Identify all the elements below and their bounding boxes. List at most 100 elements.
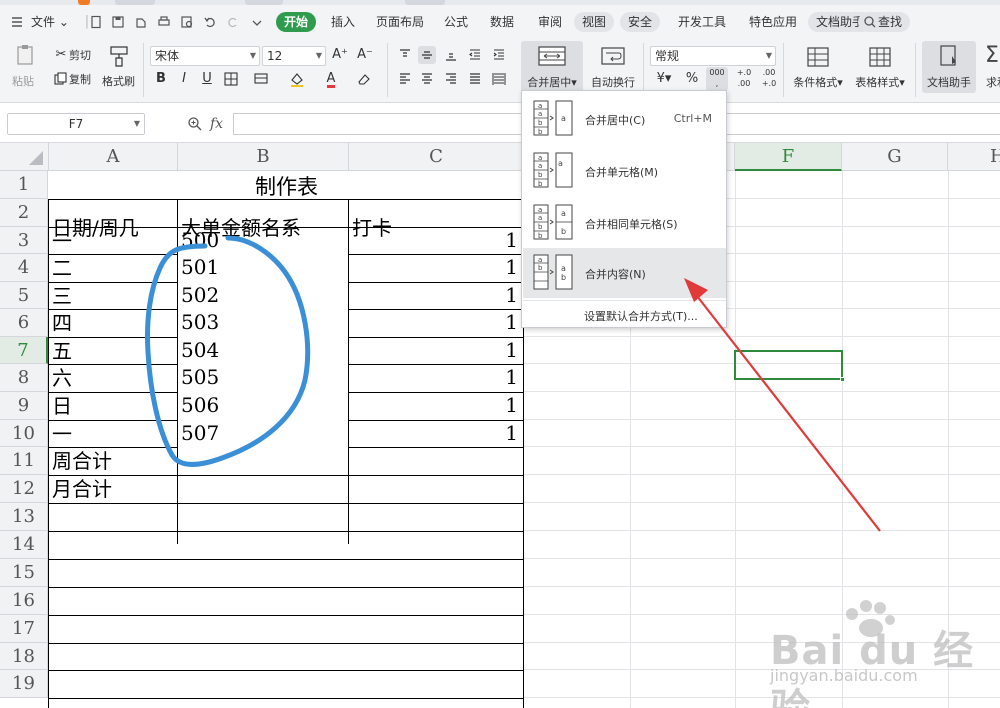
row-header-2[interactable]: 2	[0, 199, 48, 227]
row-header-8[interactable]: 8	[0, 364, 48, 392]
decrease-decimal-button[interactable]: .00 +.0	[758, 67, 780, 91]
sum-button[interactable]: Σ 求和	[980, 41, 1000, 93]
cell-a12[interactable]: 月合计	[52, 475, 112, 503]
cell-a6[interactable]: 四	[52, 309, 72, 337]
cell-a9[interactable]: 日	[52, 392, 72, 420]
cell-b9[interactable]: 506	[181, 391, 219, 419]
row-header-6[interactable]: 6	[0, 309, 48, 337]
column-header-b[interactable]: B	[178, 143, 349, 171]
tab-home[interactable]: 开始	[276, 12, 317, 32]
justify-icon[interactable]	[466, 70, 484, 88]
cut-label[interactable]: 剪切	[69, 48, 91, 64]
doc-assistant-button[interactable]: 文档助手	[922, 41, 976, 93]
cell-b4[interactable]: 501	[181, 253, 219, 281]
bold-button[interactable]: B	[152, 70, 170, 88]
print-preview-icon[interactable]	[180, 15, 194, 29]
shrink-font-icon[interactable]: A⁻	[356, 46, 374, 64]
merge-same-cells-option[interactable]: aabb ab 合并相同单元格(S)	[523, 198, 726, 248]
column-header-h[interactable]: H	[948, 143, 1000, 171]
cell-c10[interactable]: 1	[352, 419, 518, 447]
new-doc-icon[interactable]	[89, 15, 103, 29]
align-top-icon[interactable]	[396, 46, 414, 64]
row-header-16[interactable]: 16	[0, 587, 48, 615]
tab-review[interactable]: 审阅	[538, 12, 562, 32]
sheet-title-cell[interactable]: 制作表	[49, 173, 524, 201]
save-icon[interactable]	[111, 15, 125, 29]
merge-center-option[interactable]: aabb a 合并居中(C) Ctrl+M	[523, 94, 726, 144]
row-header-15[interactable]: 15	[0, 559, 48, 587]
cell-b7[interactable]: 504	[181, 336, 219, 364]
clear-format-icon[interactable]	[355, 70, 373, 88]
tab-developer[interactable]: 开发工具	[678, 12, 726, 32]
cell-a8[interactable]: 六	[52, 364, 72, 392]
merge-content-option[interactable]: ab ab 合并内容(N)	[523, 248, 726, 298]
format-painter-icon[interactable]	[108, 44, 130, 68]
indent-decrease-icon[interactable]	[466, 46, 484, 64]
column-header-a[interactable]: A	[49, 143, 178, 171]
tab-special[interactable]: 特色应用	[749, 12, 797, 32]
underline-button[interactable]: U	[198, 70, 216, 88]
fill-pattern-icon[interactable]	[252, 70, 270, 88]
cell-c6[interactable]: 1	[352, 308, 518, 336]
cell-a7[interactable]: 五	[52, 337, 72, 365]
tab-insert[interactable]: 插入	[331, 12, 355, 32]
merge-cells-option[interactable]: aabb a 合并单元格(M)	[523, 146, 726, 196]
row-header-18[interactable]: 18	[0, 643, 48, 670]
cell-c4[interactable]: 1	[352, 253, 518, 281]
align-right-icon[interactable]	[442, 70, 460, 88]
cell-c8[interactable]: 1	[352, 363, 518, 391]
cell-c5[interactable]: 1	[352, 281, 518, 309]
row-header-3[interactable]: 3	[0, 227, 48, 254]
active-cell-selection[interactable]	[734, 350, 845, 382]
increase-decimal-button[interactable]: +.0 .00	[733, 67, 755, 91]
tab-formulas[interactable]: 公式	[444, 12, 468, 32]
table-style-button[interactable]: 表格样式▾	[850, 41, 910, 93]
indent-increase-icon[interactable]	[490, 46, 508, 64]
cell-a4[interactable]: 二	[52, 254, 72, 282]
cell-a10[interactable]: 一	[52, 420, 72, 448]
cell-b10[interactable]: 507	[181, 419, 219, 447]
cell-a5[interactable]: 三	[52, 282, 72, 310]
cell-b8[interactable]: 505	[181, 363, 219, 391]
align-middle-icon[interactable]	[418, 46, 436, 64]
row-header-1[interactable]: 1	[0, 171, 48, 199]
export-pdf-icon[interactable]	[134, 15, 148, 29]
column-header-c[interactable]: C	[349, 143, 524, 171]
cell-a11[interactable]: 周合计	[52, 447, 112, 475]
name-box[interactable]: F7 ▼	[7, 113, 145, 135]
wrap-text-button[interactable]: 自动换行	[586, 41, 640, 93]
copy-icon[interactable]	[52, 70, 70, 88]
tab-page-layout[interactable]: 页面布局	[376, 12, 424, 32]
insert-function-icon[interactable]: fx	[210, 116, 223, 132]
cut-icon[interactable]: ✂	[52, 46, 70, 64]
row-header-5[interactable]: 5	[0, 282, 48, 309]
cell-c7[interactable]: 1	[352, 336, 518, 364]
align-bottom-icon[interactable]	[442, 46, 460, 64]
row-header-12[interactable]: 12	[0, 475, 48, 503]
row-header-7[interactable]: 7	[0, 337, 48, 364]
thousands-separator-button[interactable]: 000,	[706, 67, 728, 91]
row-header-13[interactable]: 13	[0, 503, 48, 531]
font-color-button[interactable]: A	[322, 70, 340, 88]
conditional-format-button[interactable]: 条件格式▾	[789, 41, 847, 93]
file-menu[interactable]: 文件 ⌄	[31, 12, 69, 32]
percent-button[interactable]: %	[683, 70, 701, 88]
zoom-formula-icon[interactable]	[186, 115, 204, 133]
hamburger-menu-icon[interactable]	[10, 15, 24, 29]
merge-center-button[interactable]: 合并居中▾	[521, 41, 583, 93]
customize-dropdown-icon[interactable]	[250, 15, 264, 29]
print-icon[interactable]	[157, 15, 171, 29]
column-header-f[interactable]: F	[735, 143, 842, 171]
select-all-corner[interactable]	[0, 143, 49, 171]
grow-font-icon[interactable]: A⁺	[331, 46, 349, 64]
format-painter-label[interactable]: 格式刷	[102, 74, 135, 90]
distribute-icon[interactable]	[490, 70, 508, 88]
fill-handle[interactable]	[840, 377, 845, 382]
italic-button[interactable]: I	[175, 70, 193, 88]
undo-icon[interactable]	[203, 15, 217, 29]
row-header-19[interactable]: 19	[0, 670, 48, 698]
cell-b3[interactable]: 500	[181, 226, 219, 254]
number-format-select[interactable]: 常规 ▼	[650, 46, 776, 66]
paste-icon[interactable]	[14, 43, 36, 67]
align-center-icon[interactable]	[418, 70, 436, 88]
